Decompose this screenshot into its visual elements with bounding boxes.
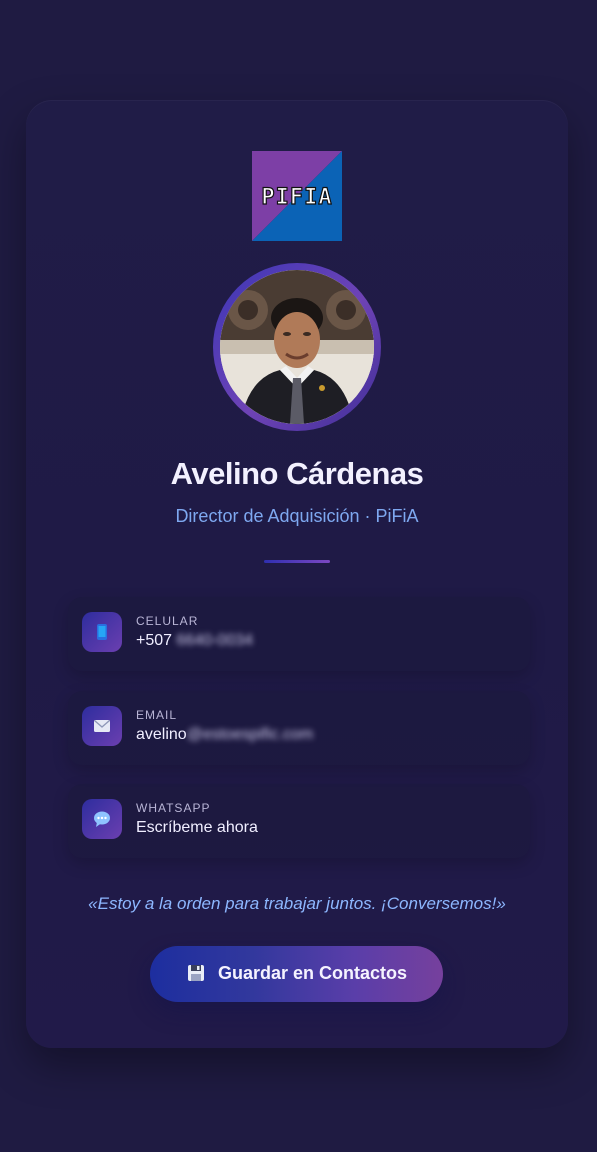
contact-label-phone: CELULAR bbox=[136, 614, 199, 628]
contact-item-phone[interactable]: CELULAR +507 6640-0034 bbox=[68, 597, 530, 671]
phone-icon-box bbox=[82, 612, 122, 652]
mail-icon-box bbox=[82, 706, 122, 746]
logo-text: PIFIA bbox=[261, 185, 332, 210]
profile-name: Avelino Cárdenas bbox=[170, 456, 424, 491]
save-contact-button[interactable]: Guardar en Contactos bbox=[150, 946, 443, 1002]
mail-icon bbox=[94, 719, 110, 732]
profile-title: Director de Adquisición · PiFiA bbox=[175, 506, 419, 526]
avatar-ring bbox=[213, 263, 381, 431]
email-value-visible: avelino bbox=[136, 726, 187, 743]
contact-card: PIFIA Avelino Cárdenas Director de Adqui… bbox=[26, 100, 568, 1048]
phone-value-visible: +507 bbox=[136, 632, 173, 649]
contact-label-whatsapp: WHATSAPP bbox=[136, 801, 211, 815]
email-value-redacted: @estoespific.com bbox=[186, 726, 314, 743]
contact-value-phone: +507 6640-0034 bbox=[136, 632, 253, 650]
phone-value-redacted: 6640-0034 bbox=[172, 632, 254, 649]
avatar bbox=[220, 270, 374, 424]
pifia-logo-icon: PIFIA bbox=[252, 151, 342, 241]
contact-label-email: EMAIL bbox=[136, 708, 178, 722]
divider bbox=[264, 560, 330, 563]
contact-value-whatsapp: Escríbeme ahora bbox=[136, 819, 258, 836]
chat-icon-box bbox=[82, 799, 122, 839]
chat-icon bbox=[94, 811, 110, 827]
profile-photo bbox=[220, 270, 374, 424]
contact-item-whatsapp[interactable]: WHATSAPP Escríbeme ahora bbox=[68, 784, 530, 858]
contact-item-email[interactable]: EMAIL avelino@estoespific.com bbox=[68, 691, 530, 765]
profile-quote: «Estoy a la orden para trabajar juntos. … bbox=[88, 894, 506, 913]
contact-value-email: avelino@estoespific.com bbox=[136, 726, 313, 744]
save-button-label: Guardar en Contactos bbox=[218, 963, 408, 983]
company-logo: PIFIA bbox=[252, 151, 342, 241]
save-icon bbox=[188, 965, 204, 981]
phone-icon bbox=[97, 624, 107, 640]
